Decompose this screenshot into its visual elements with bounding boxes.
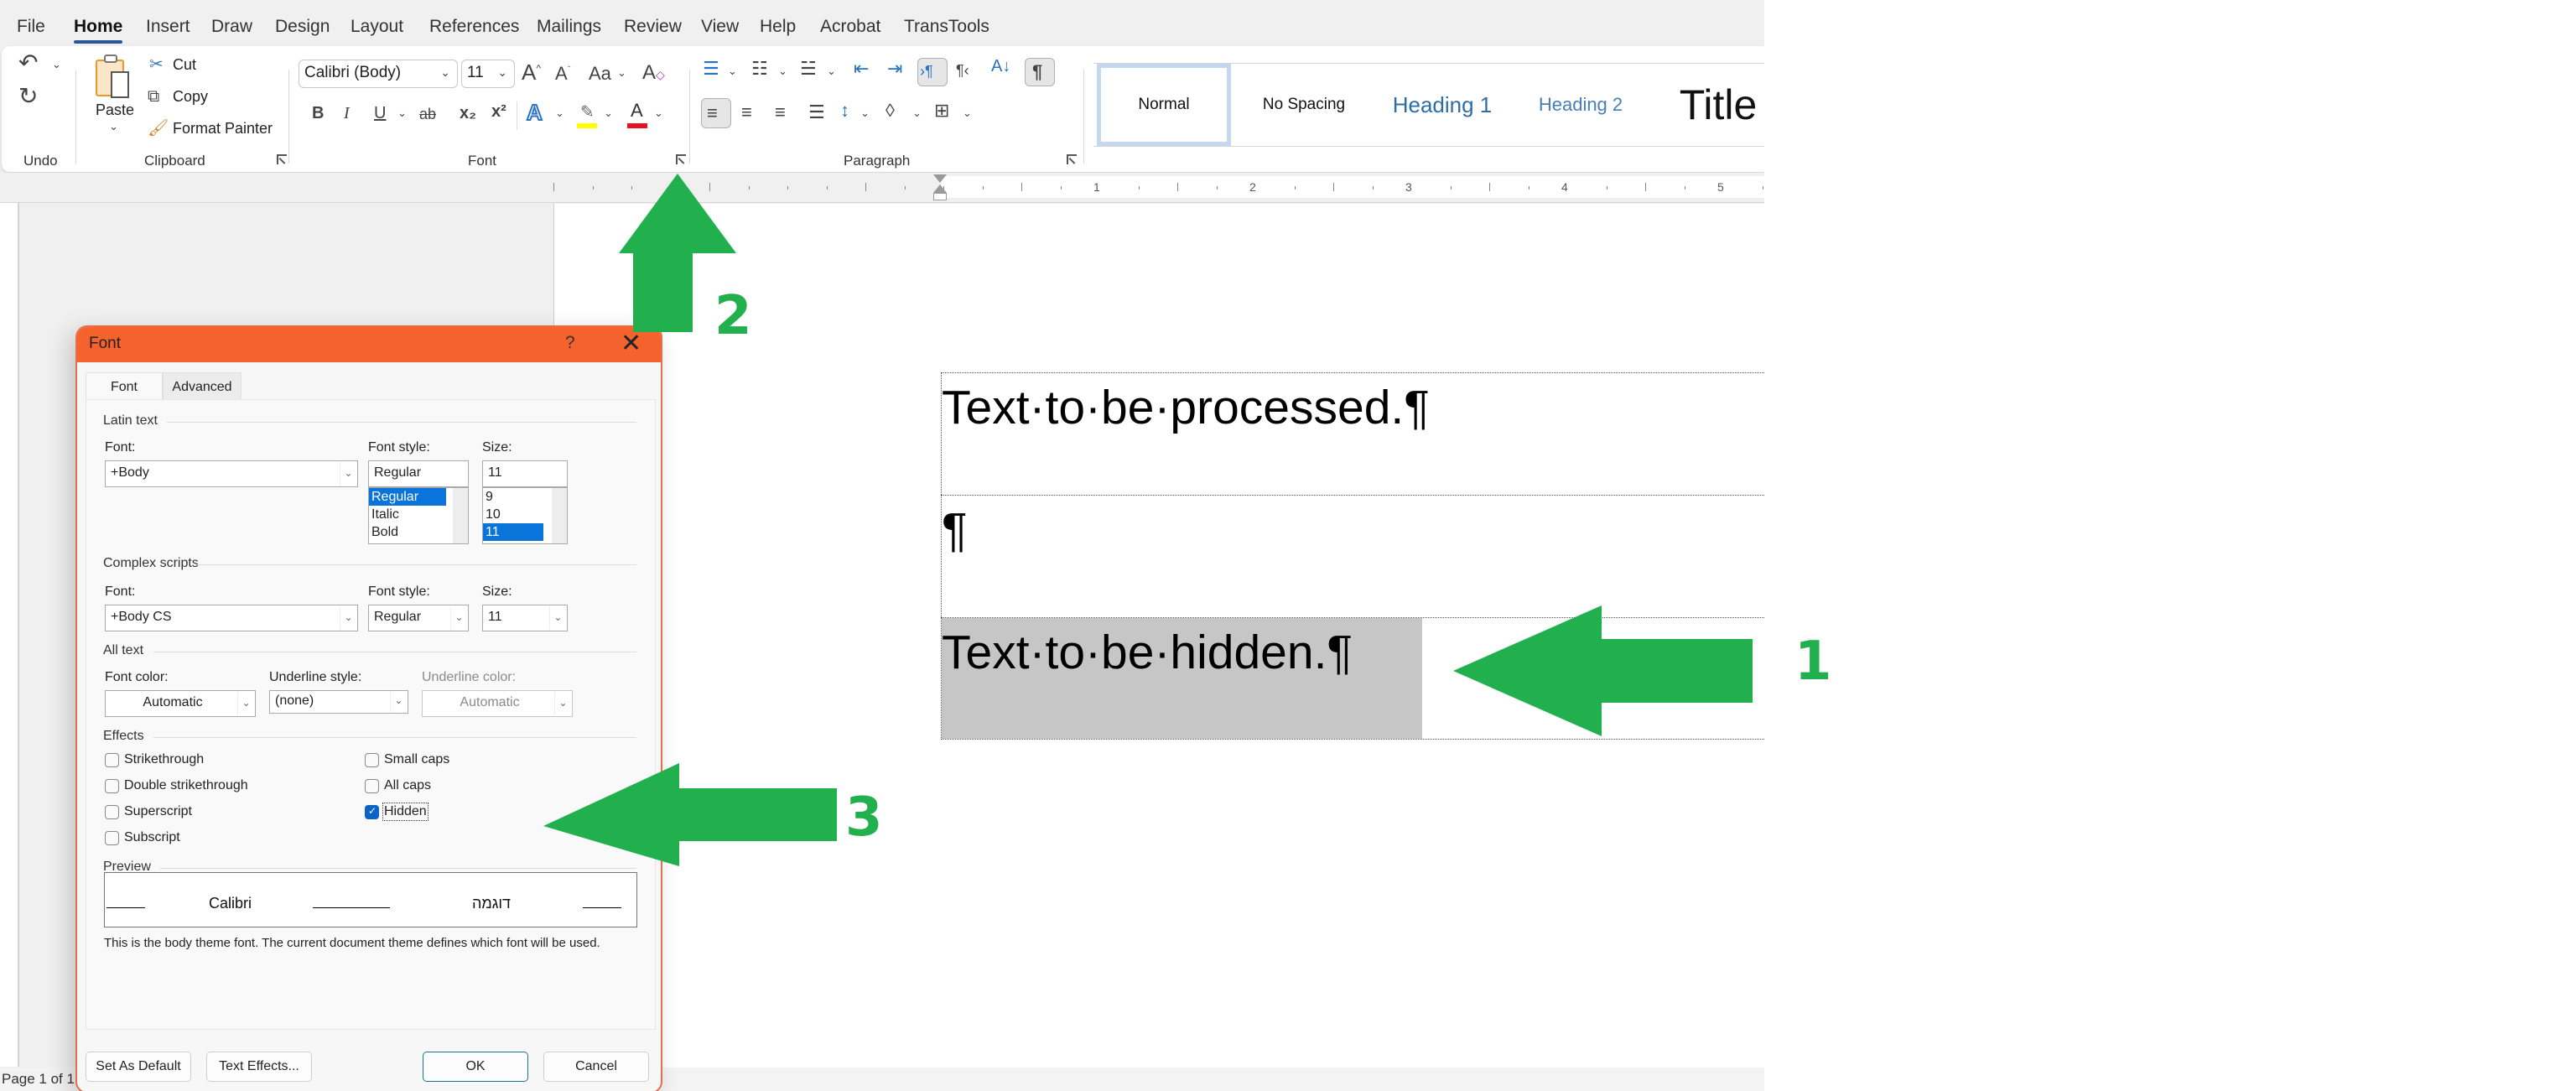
annotation-label-3: 3 (845, 787, 883, 849)
annotation-label-1: 1 (1794, 631, 1832, 693)
annotation-arrow-1 (1453, 605, 1753, 736)
annotation-arrow-3 (543, 763, 837, 866)
annotation-layer (543, 174, 1753, 866)
annotation-label-2: 2 (714, 285, 752, 347)
